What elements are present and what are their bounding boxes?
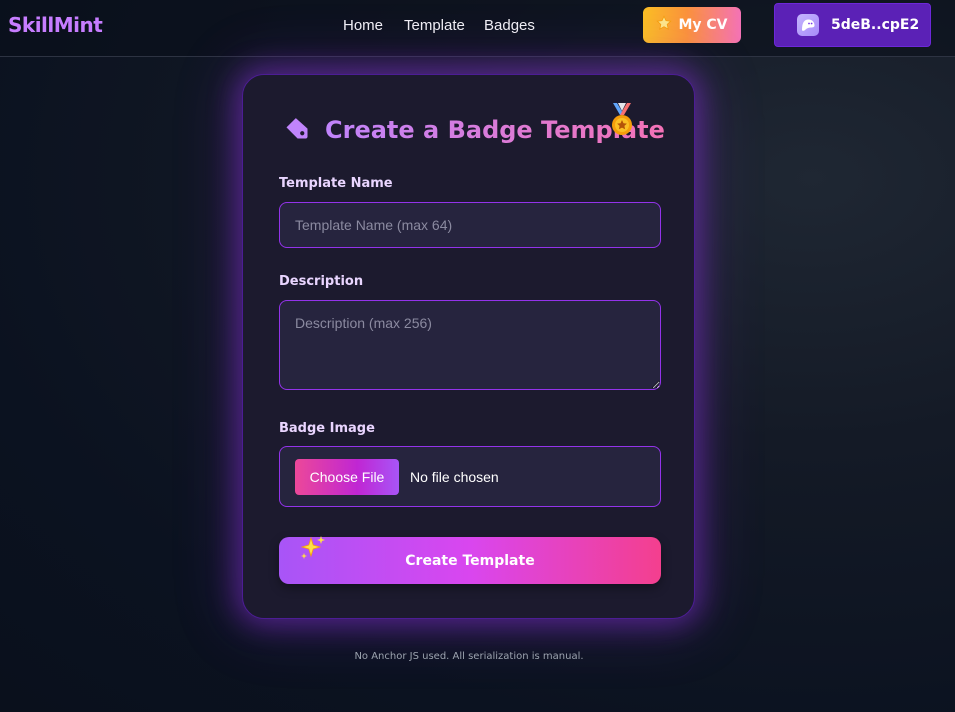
template-name-input[interactable] — [279, 202, 661, 248]
footer-note: No Anchor JS used. All serialization is … — [354, 651, 584, 662]
phantom-ghost-icon — [797, 14, 819, 36]
my-cv-button[interactable]: My CV — [643, 7, 741, 43]
create-template-card: Create a Badge Template Template Name De… — [242, 74, 695, 619]
nav-link-template[interactable]: Template — [404, 17, 465, 34]
template-name-label: Template Name — [279, 176, 393, 191]
app-logo[interactable]: SkillMint — [8, 13, 103, 37]
tag-icon — [283, 114, 311, 146]
nav-link-home[interactable]: Home — [343, 17, 383, 34]
form-header: Create a Badge Template — [283, 113, 665, 147]
nav-link-badges[interactable]: Badges — [484, 17, 535, 34]
badge-image-label: Badge Image — [279, 421, 375, 436]
description-label: Description — [279, 274, 364, 289]
sparkles-icon — [299, 534, 327, 566]
create-template-button[interactable]: Create Template — [279, 537, 661, 584]
badge-image-file-input[interactable]: Choose File No file chosen — [279, 446, 661, 507]
medal-icon — [607, 103, 637, 141]
choose-file-button[interactable]: Choose File — [295, 458, 399, 495]
star-icon — [656, 15, 673, 35]
wallet-button[interactable]: 5deB..cpE2 — [774, 3, 931, 47]
top-navbar: SkillMint Home Template Badges My CV 5de… — [0, 0, 955, 57]
my-cv-label: My CV — [678, 17, 728, 33]
file-status-text: No file chosen — [410, 468, 499, 485]
description-textarea[interactable] — [279, 300, 661, 390]
wallet-address: 5deB..cpE2 — [831, 17, 920, 33]
